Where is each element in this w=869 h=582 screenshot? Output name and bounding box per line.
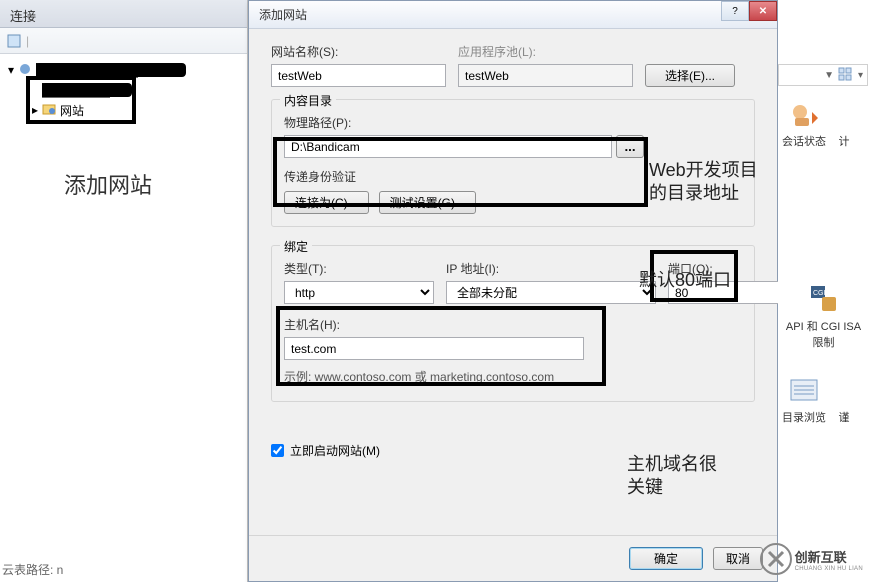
server-name-redacted: ████████████ (36, 63, 186, 77)
annotation-webdir: Web开发项目的目录地址 (649, 159, 769, 206)
host-example: 示例: www.contoso.com 或 marketing.contoso.… (284, 368, 742, 385)
left-panel-title: 连接 (0, 0, 247, 28)
browse-path-button[interactable]: ... (616, 135, 644, 158)
dialog-titlebar: 添加网站 ? ✕ (249, 1, 777, 29)
feature-dir-browse[interactable]: 目录浏览 (782, 374, 826, 425)
app-pool-input (458, 64, 633, 87)
folder-icon (42, 102, 56, 119)
sites-label: 网站 (60, 102, 84, 119)
content-group-title: 内容目录 (280, 92, 336, 109)
feature-label: 计 (839, 133, 850, 149)
connections-tree[interactable]: ▾ ████████████ ▸ ████████ ▸ 网站 (0, 54, 247, 126)
server-icon (18, 62, 32, 79)
feature-label: 目录浏览 (782, 409, 826, 425)
physical-path-label: 物理路径(P): (284, 114, 644, 131)
add-website-dialog: 添加网站 ? ✕ 网站名称(S): 应用程序池(L): 选择(E)... 内容目… (248, 0, 778, 582)
feature-session-state[interactable]: 会话状态 (782, 98, 826, 149)
expand-icon[interactable]: ▸ (32, 103, 38, 117)
type-label: 类型(T): (284, 260, 434, 277)
partial-icon (828, 98, 860, 130)
tree-sites[interactable]: ▸ 网站 (4, 100, 243, 120)
annotation-add-site: 添加网站 (64, 168, 152, 200)
close-button[interactable]: ✕ (749, 1, 777, 21)
binding-group-title: 绑定 (280, 238, 312, 255)
start-now-checkbox[interactable] (271, 444, 284, 457)
refresh-icon[interactable] (6, 33, 22, 49)
bottom-status-text: 云表路径: n (2, 561, 63, 578)
start-now-label: 立即启动网站(M) (290, 442, 380, 459)
tree-root[interactable]: ▾ ████████████ (4, 60, 243, 80)
dialog-title: 添加网站 (259, 6, 307, 23)
site-name-label: 网站名称(S): (271, 43, 446, 60)
tree-app-pools[interactable]: ▸ ████████ (4, 80, 243, 100)
expand-icon[interactable]: ▾ (8, 63, 14, 77)
ok-button[interactable]: 确定 (629, 547, 703, 570)
feature-isapi-cgi[interactable]: CGI API 和 CGI ISA限制 (782, 283, 865, 350)
connect-as-button[interactable]: 连接为(C)... (284, 191, 369, 214)
ip-select[interactable]: 全部未分配 (446, 281, 656, 304)
annotation-host: 主机域名很关键 (627, 453, 727, 500)
partial-icon-2 (828, 374, 860, 406)
left-toolbar: | (0, 28, 247, 54)
host-label: 主机名(H): (284, 316, 584, 333)
help-button[interactable]: ? (721, 1, 749, 21)
dropdown-icon[interactable]: ▼ (824, 70, 834, 81)
feature-partial-1[interactable]: 计 (828, 98, 860, 149)
feature-label: 会话状态 (782, 133, 826, 149)
dialog-footer: 确定 取消 (249, 535, 777, 581)
host-input[interactable] (284, 337, 584, 360)
type-select[interactable]: http (284, 281, 434, 304)
logo-text-cn: 创新互联 (795, 547, 863, 566)
cancel-button[interactable]: 取消 (713, 547, 763, 570)
site-name-input[interactable] (271, 64, 446, 87)
watermark-logo: 创新互联 CHUANG XIN HU LIAN (759, 542, 863, 576)
app-pool-label: 应用程序池(L): (458, 43, 633, 60)
right-feature-strip: ▼ ▾ 会话状态 计 CGI API 和 CGI ISA限制 (778, 0, 869, 582)
feature-label: API 和 CGI ISA限制 (782, 318, 865, 350)
isapi-cgi-icon: CGI (808, 283, 840, 315)
app-pool-redacted: ████████ (42, 83, 132, 97)
ip-label: IP 地址(I): (446, 260, 656, 277)
session-state-icon (788, 98, 820, 130)
logo-text-en: CHUANG XIN HU LIAN (795, 566, 863, 572)
feature-label: 谨 (839, 409, 850, 425)
grid-view-icon[interactable] (838, 67, 854, 84)
dir-browse-icon (788, 374, 820, 406)
physical-path-input[interactable] (284, 135, 612, 158)
select-app-pool-button[interactable]: 选择(E)... (645, 64, 735, 87)
annotation-port: 默认80端口 (639, 269, 731, 292)
right-view-toolbar[interactable]: ▼ ▾ (778, 64, 868, 86)
feature-partial-2[interactable]: 谨 (828, 374, 860, 425)
logo-icon (759, 542, 793, 576)
left-connections-panel: 连接 | ▾ ████████████ ▸ ████████ ▸ 网站 添加网站 (0, 0, 248, 582)
test-settings-button[interactable]: 测试设置(G)... (379, 191, 476, 214)
svg-text:CGI: CGI (813, 290, 826, 297)
